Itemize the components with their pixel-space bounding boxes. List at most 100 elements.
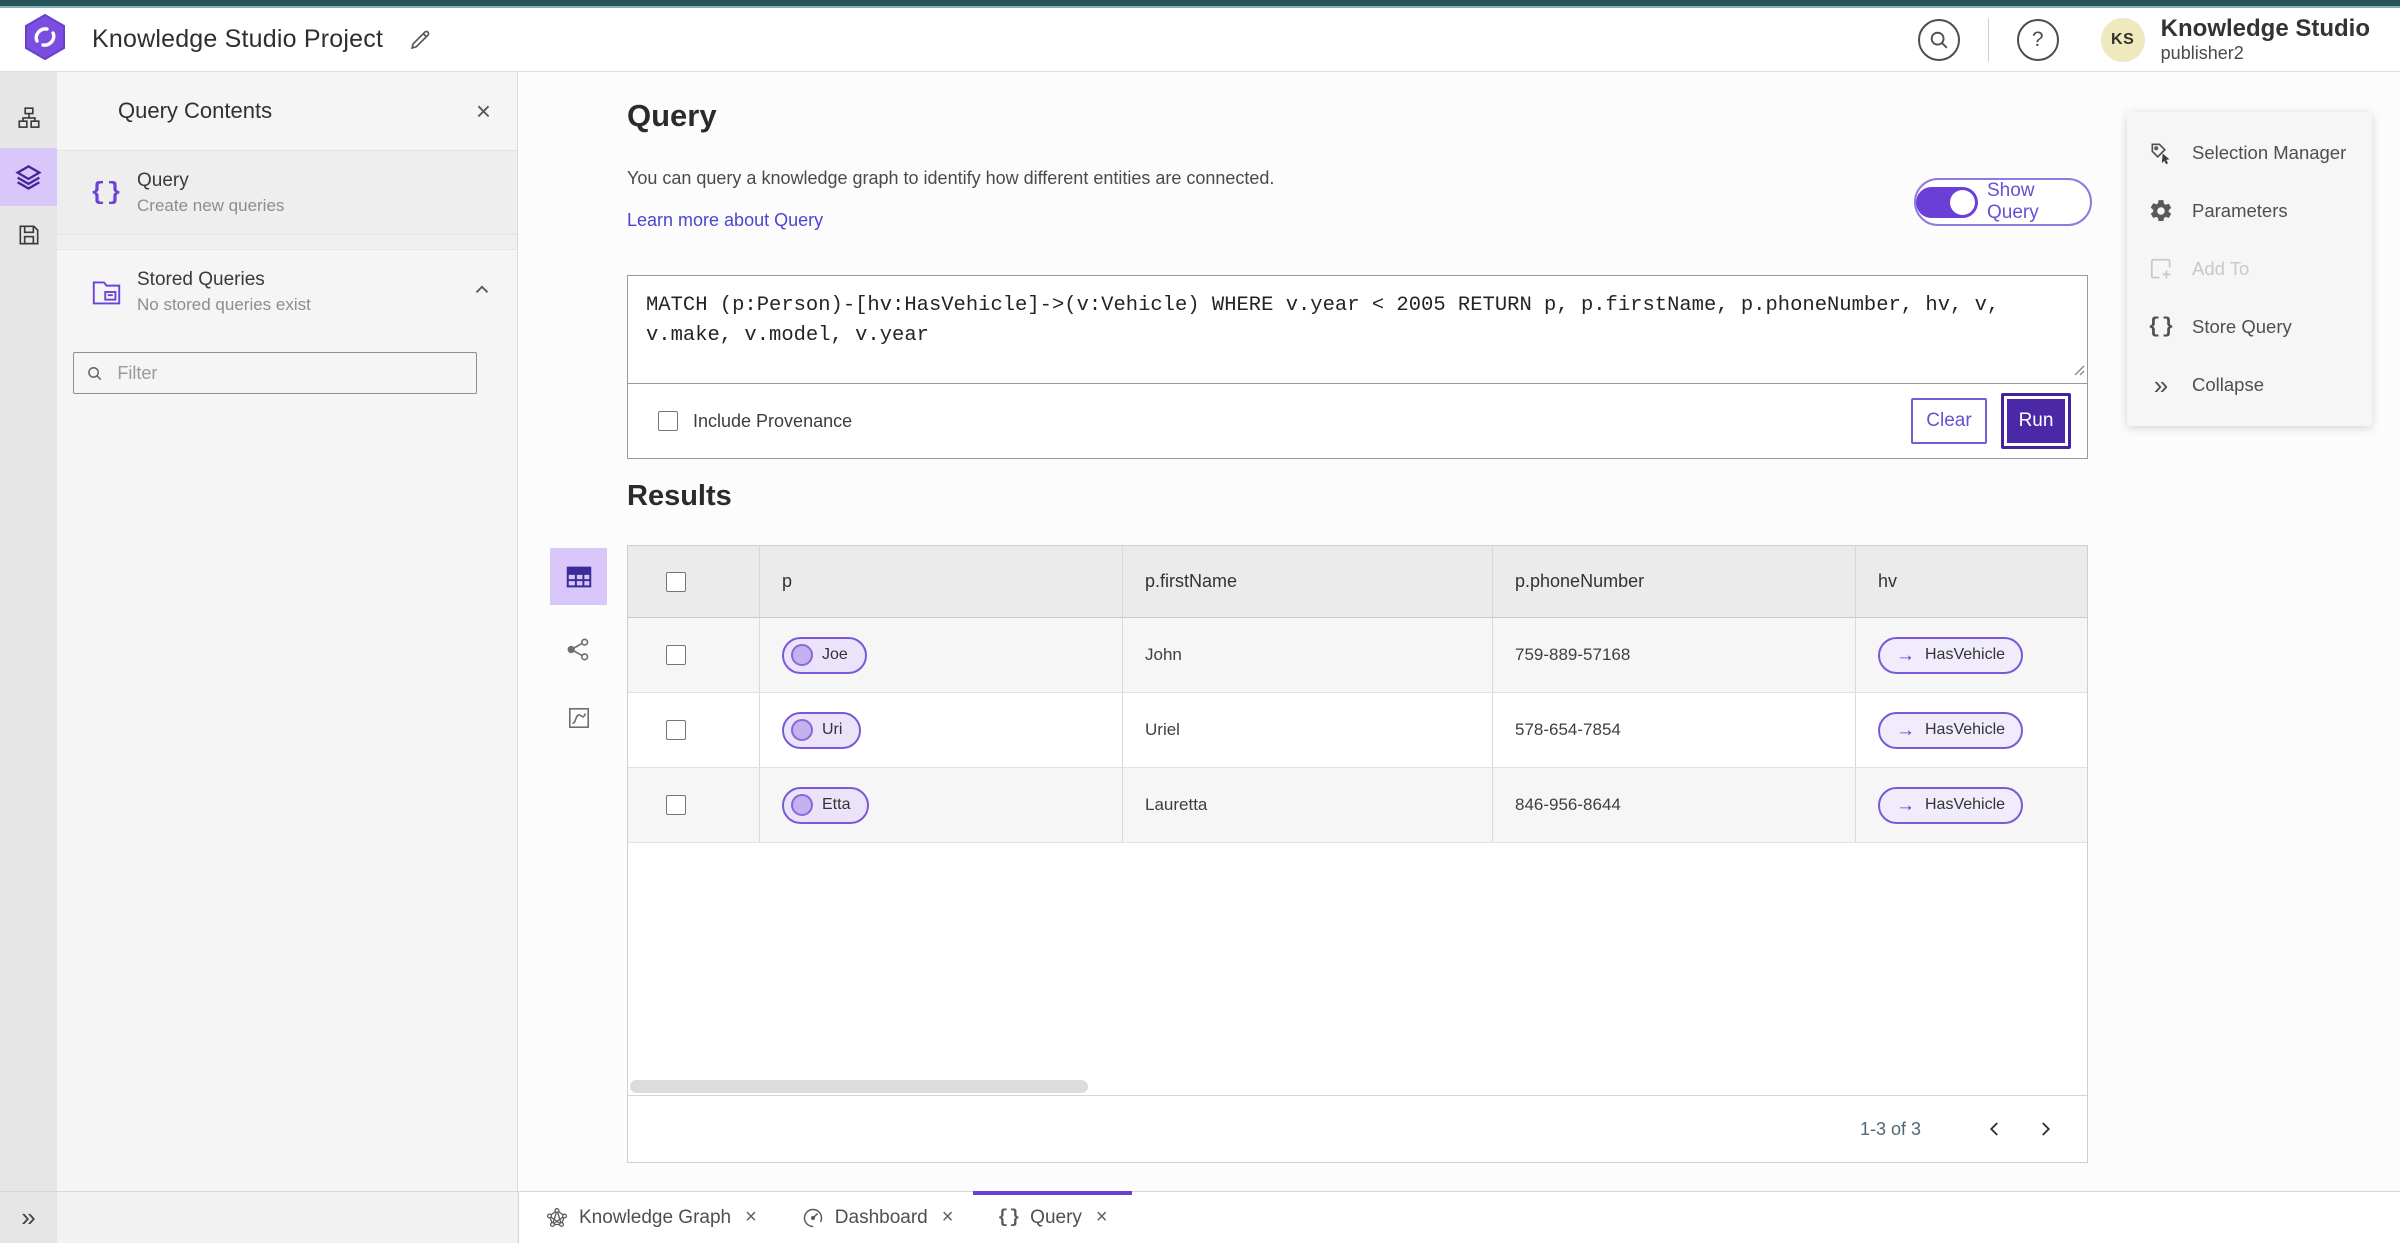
toggle-knob [1950, 189, 1975, 215]
tab-query[interactable]: { } Query × [973, 1191, 1132, 1243]
header-actions: ? KS Knowledge Studio publisher2 [1917, 14, 2370, 63]
node-pill[interactable]: Etta [782, 786, 870, 824]
node-pill[interactable]: Joe [782, 636, 867, 674]
cell-firstname: John [1145, 645, 1182, 664]
cell-phonenumber: 578-654-7854 [1515, 720, 1621, 739]
cell-phonenumber: 846-956-8644 [1515, 795, 1621, 814]
tab-dashboard[interactable]: Dashboard × [779, 1192, 976, 1243]
menu-item-parameters[interactable]: Parameters [2127, 182, 2372, 240]
include-provenance-checkbox[interactable] [658, 411, 678, 431]
table-header-row: p p.firstName p.phoneNumber hv [628, 546, 2087, 618]
chevron-right-icon [2042, 1122, 2051, 1136]
chevrons-right-icon: » [2153, 369, 2169, 400]
query-item-title: Query [137, 169, 189, 191]
close-tab-icon[interactable]: × [942, 1206, 954, 1229]
pagination-label: 1-3 of 3 [1859, 1118, 1921, 1139]
product-name: Knowledge Studio [2160, 14, 2370, 42]
chevrons-right-icon: » [21, 1202, 36, 1233]
panel-item-stored-queries[interactable]: Stored Queries No stored queries exist [57, 250, 517, 334]
rail-item-query-contents[interactable] [0, 148, 57, 206]
next-page-button[interactable] [2029, 1113, 2061, 1145]
selection-manager-icon [2151, 143, 2170, 165]
results-heading: Results [627, 480, 732, 512]
view-chart-button[interactable] [550, 689, 607, 746]
rail-item-saved[interactable] [0, 206, 57, 264]
previous-page-button[interactable] [1979, 1113, 2011, 1145]
horizontal-scrollbar[interactable] [630, 1080, 1088, 1093]
page-title: Query [627, 98, 717, 133]
run-button[interactable]: Run [2001, 393, 2071, 449]
main-content: Query You can query a knowledge graph to… [518, 72, 2400, 1191]
save-icon [19, 225, 38, 245]
app-logo [24, 13, 66, 65]
view-graph-button[interactable] [550, 621, 607, 678]
query-item-subtitle: Create new queries [137, 195, 285, 215]
tab-bar-panel-stub [57, 1192, 519, 1243]
graph-share-icon [567, 638, 589, 661]
stored-queries-filter[interactable] [73, 352, 477, 394]
top-accent-strip [0, 0, 2400, 8]
table-row: Etta Lauretta 846-956-8644 → HasVehicle [628, 768, 2087, 843]
header-divider [1987, 17, 1989, 62]
row-checkbox[interactable] [666, 720, 686, 740]
menu-item-store-query[interactable]: { } Store Query [2127, 298, 2372, 356]
braces-icon: { } [2147, 315, 2175, 339]
learn-more-link[interactable]: Learn more about Query [627, 210, 823, 231]
dashboard-gauge-icon [803, 1208, 823, 1227]
cell-firstname: Lauretta [1145, 795, 1208, 814]
stored-queries-folder-icon [92, 281, 120, 305]
panel-item-query[interactable]: { } Query Create new queries [57, 151, 517, 235]
edge-pill[interactable]: → HasVehicle [1878, 786, 2024, 824]
help-icon: ? [2031, 27, 2044, 51]
view-tabs: Knowledge Graph × Dashboard × { } Query … [523, 1191, 1132, 1243]
table-pagination: 1-3 of 3 [628, 1095, 2087, 1162]
clear-button[interactable]: Clear [1911, 398, 1987, 444]
query-actions-menu: Selection Manager Parameters Add To {} … [2127, 112, 2372, 426]
menu-item-collapse[interactable]: » Collapse [2127, 356, 2372, 414]
close-tab-icon[interactable]: × [745, 1206, 757, 1229]
panel-title: Query Contents [118, 98, 273, 123]
chevron-left-icon [1989, 1122, 1998, 1136]
search-button[interactable] [1917, 18, 1960, 61]
filter-input[interactable] [115, 361, 464, 385]
close-icon[interactable]: × [476, 98, 491, 124]
row-checkbox[interactable] [666, 645, 686, 665]
stored-queries-title: Stored Queries [137, 269, 265, 290]
select-all-checkbox[interactable] [666, 571, 686, 592]
rail-expand-button[interactable]: » [0, 1192, 57, 1243]
close-tab-icon[interactable]: × [1096, 1206, 1108, 1229]
user-name: publisher2 [2160, 42, 2244, 63]
edit-title-button[interactable] [407, 26, 434, 53]
search-icon [1930, 31, 1948, 48]
project-title: Knowledge Studio Project [92, 25, 384, 53]
column-header-p[interactable]: p [782, 571, 792, 592]
rail-item-data-model[interactable] [0, 90, 57, 148]
results-table: p p.firstName p.phoneNumber hv Joe John … [627, 545, 2088, 1163]
help-button[interactable]: ? [2016, 18, 2059, 61]
collapse-section-button[interactable] [471, 279, 493, 306]
edge-pill[interactable]: → HasVehicle [1878, 711, 2024, 749]
braces-icon: { } [90, 178, 122, 207]
column-header-firstname[interactable]: p.firstName [1145, 571, 1237, 592]
braces-icon: { } [997, 1207, 1021, 1228]
node-pill[interactable]: Uri [782, 711, 862, 749]
tab-knowledge-graph[interactable]: Knowledge Graph × [523, 1192, 779, 1243]
node-icon [791, 794, 813, 816]
arrow-right-icon: → [1896, 644, 1915, 666]
menu-item-selection-manager[interactable]: Selection Manager [2127, 124, 2372, 182]
user-avatar[interactable]: KS [2100, 17, 2145, 62]
column-header-phonenumber[interactable]: p.phoneNumber [1515, 571, 1644, 592]
node-icon [791, 719, 813, 741]
edge-pill[interactable]: → HasVehicle [1878, 636, 2024, 674]
query-textarea[interactable]: MATCH (p:Person)-[hv:HasVehicle]->(v:Veh… [628, 276, 2087, 384]
bottom-tab-bar: » Knowledge Graph × Dashboard × {} Quer… [0, 1191, 2400, 1243]
knowledge-studio-app: Knowledge Studio Project ? KS Knowledge … [0, 0, 2400, 1243]
menu-item-add-to: Add To [2127, 240, 2372, 298]
column-header-hv[interactable]: hv [1878, 571, 1897, 592]
include-provenance-label: Include Provenance [693, 410, 853, 431]
row-checkbox[interactable] [666, 795, 686, 815]
view-table-button[interactable] [550, 548, 607, 605]
panel-header: Query Contents × [57, 72, 517, 151]
resize-handle[interactable] [2072, 363, 2085, 381]
show-query-toggle[interactable]: Show Query [1914, 178, 2092, 226]
